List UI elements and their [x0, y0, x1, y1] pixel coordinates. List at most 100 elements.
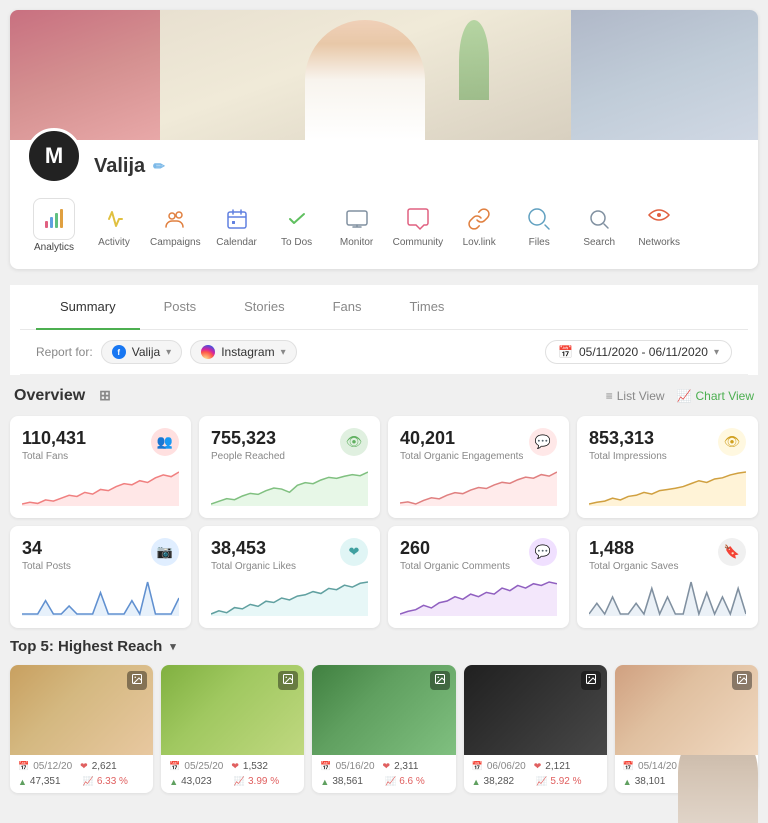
- chart-view-icon: 📈: [677, 389, 692, 403]
- nav-item-campaigns[interactable]: Campaigns: [146, 199, 205, 252]
- calendar-icon: [221, 203, 253, 235]
- stat-header-reached: 755,323 People Reached 👁: [211, 428, 368, 462]
- mini-chart-saves: [589, 580, 746, 616]
- monitor-icon: [341, 203, 373, 235]
- stat-icon-posts: 📷: [151, 538, 179, 566]
- tabs-bar: Summary Posts Stories Fans Times Report …: [10, 285, 758, 375]
- post-card[interactable]: 📅 05/16/20 ❤ 2,311 ▲ 38,561 📈 6.6 %: [312, 665, 455, 793]
- chart-view-button[interactable]: 📈 Chart View: [677, 389, 754, 403]
- todos-icon: [281, 203, 313, 235]
- post-date: 📅 05/16/20 ❤ 2,311: [320, 761, 447, 772]
- stat-value-likes: 38,453: [211, 538, 296, 559]
- account-name: Valija: [132, 345, 160, 359]
- platform-dropdown-arrow: ▾: [281, 347, 286, 358]
- stat-value-saves: 1,488: [589, 538, 679, 559]
- stat-icon-engagements: 💬: [529, 428, 557, 456]
- post-card[interactable]: 📅 05/25/20 ❤ 1,532 ▲ 43,023 📈 3.99 %: [161, 665, 304, 793]
- campaigns-icon: [159, 203, 191, 235]
- networks-icon: [643, 203, 675, 235]
- reach-icon: ▲: [169, 777, 178, 787]
- calendar-icon: 📅: [558, 345, 573, 359]
- post-thumbnail: [615, 665, 758, 755]
- post-meta: 📅 05/16/20 ❤ 2,311 ▲ 38,561 📈 6.6 %: [312, 755, 455, 793]
- post-stats: ▲ 47,351 📈 6.33 %: [18, 776, 145, 787]
- nav-item-networks[interactable]: Networks: [631, 199, 687, 252]
- platform-name: Instagram: [221, 345, 274, 359]
- mini-chart-fans: [22, 470, 179, 506]
- mini-chart-impressions: [589, 470, 746, 506]
- post-reach: ▲ 47,351: [18, 776, 81, 787]
- export-button[interactable]: ⊞: [93, 385, 117, 406]
- nav-item-calendar[interactable]: Calendar: [209, 199, 265, 252]
- nav-item-lovlink[interactable]: Lov.link: [451, 199, 507, 252]
- nav-item-community[interactable]: Community: [389, 199, 448, 252]
- stat-value-impressions: 853,313: [589, 428, 667, 449]
- account-selector[interactable]: f Valija ▾: [101, 340, 183, 364]
- top5-dropdown[interactable]: ▾: [170, 640, 176, 653]
- nav-item-analytics[interactable]: Analytics: [26, 194, 82, 257]
- post-thumbnail: [464, 665, 607, 755]
- date-dropdown-arrow: ▾: [714, 347, 719, 358]
- nav-item-todos[interactable]: To Dos: [269, 199, 325, 252]
- tab-summary[interactable]: Summary: [36, 285, 140, 330]
- post-card[interactable]: 📅 06/06/20 ❤ 2,121 ▲ 38,282 📈 5.92 %: [464, 665, 607, 793]
- nav-label-search: Search: [583, 237, 615, 248]
- nav-item-search[interactable]: Search: [571, 199, 627, 252]
- nav-label-files: Files: [529, 237, 550, 248]
- analytics-icon: [38, 203, 70, 235]
- post-thumbnail: [10, 665, 153, 755]
- lovlink-icon: [463, 203, 495, 235]
- stat-icon-reached: 👁: [340, 428, 368, 456]
- nav-item-monitor[interactable]: Monitor: [329, 199, 385, 252]
- stats-grid: 110,431 Total Fans 👥 755,323 People Reac…: [10, 416, 758, 628]
- stat-card-impressions: 853,313 Total Impressions 👁: [577, 416, 758, 518]
- stat-label-impressions: Total Impressions: [589, 451, 667, 462]
- post-type-icon: [278, 671, 298, 690]
- mini-chart-reached: [211, 470, 368, 506]
- view-toggle: ≡ List View 📈 Chart View: [606, 389, 754, 403]
- post-reach: ▲ 38,561: [320, 776, 383, 787]
- tab-times[interactable]: Times: [386, 285, 469, 330]
- stat-value-fans: 110,431: [22, 428, 86, 449]
- stat-card-engagements: 40,201 Total Organic Engagements 💬: [388, 416, 569, 518]
- tab-posts[interactable]: Posts: [140, 285, 221, 330]
- stat-card-posts: 34 Total Posts 📷: [10, 526, 191, 628]
- stat-label-reached: People Reached: [211, 451, 285, 462]
- profile-info-row: M Valija ✏: [10, 140, 758, 190]
- trend-icon: 📈: [234, 776, 245, 787]
- stat-value-engagements: 40,201: [400, 428, 523, 449]
- top5-title: Top 5: Highest Reach: [10, 638, 162, 655]
- platform-selector[interactable]: Instagram ▾: [190, 340, 296, 364]
- overview-section: Overview ⊞ ≡ List View 📈 Chart View 110,…: [10, 385, 758, 628]
- mini-chart-engagements: [400, 470, 557, 506]
- post-date: 📅 05/25/20 ❤ 1,532: [169, 761, 296, 772]
- nav-label-analytics: Analytics: [34, 242, 74, 253]
- report-label: Report for:: [36, 345, 93, 359]
- date-range-text: 05/11/2020 - 06/11/2020: [579, 345, 708, 359]
- stat-header-saves: 1,488 Total Organic Saves 🔖: [589, 538, 746, 572]
- nav-item-activity[interactable]: Activity: [86, 199, 142, 252]
- list-view-icon: ≡: [606, 389, 613, 403]
- post-reach: ▲ 43,023: [169, 776, 232, 787]
- post-type-icon: [732, 671, 752, 690]
- report-for-section: Report for: f Valija ▾ Instagram ▾: [36, 340, 297, 364]
- tab-fans[interactable]: Fans: [309, 285, 386, 330]
- reach-icon: ▲: [623, 777, 632, 787]
- stat-card-fans: 110,431 Total Fans 👥: [10, 416, 191, 518]
- stat-label-comments: Total Organic Comments: [400, 561, 510, 572]
- stat-label-engagements: Total Organic Engagements: [400, 451, 523, 462]
- post-card[interactable]: 📅 05/12/20 ❤ 2,621 ▲ 47,351 📈 6.33 %: [10, 665, 153, 793]
- edit-profile-button[interactable]: ✏: [153, 158, 165, 175]
- nav-label-activity: Activity: [98, 237, 130, 248]
- list-view-button[interactable]: ≡ List View: [606, 389, 665, 403]
- tab-stories[interactable]: Stories: [220, 285, 308, 330]
- date-range-picker[interactable]: 📅 05/11/2020 - 06/11/2020 ▾: [545, 340, 732, 364]
- community-icon: [402, 203, 434, 235]
- stat-header-comments: 260 Total Organic Comments 💬: [400, 538, 557, 572]
- post-type-icon: [127, 671, 147, 690]
- trend-icon: 📈: [385, 776, 396, 787]
- facebook-icon: f: [112, 345, 126, 359]
- nav-item-files[interactable]: Files: [511, 199, 567, 252]
- cover-left: [10, 10, 160, 140]
- profile-card: M Valija ✏: [10, 10, 758, 269]
